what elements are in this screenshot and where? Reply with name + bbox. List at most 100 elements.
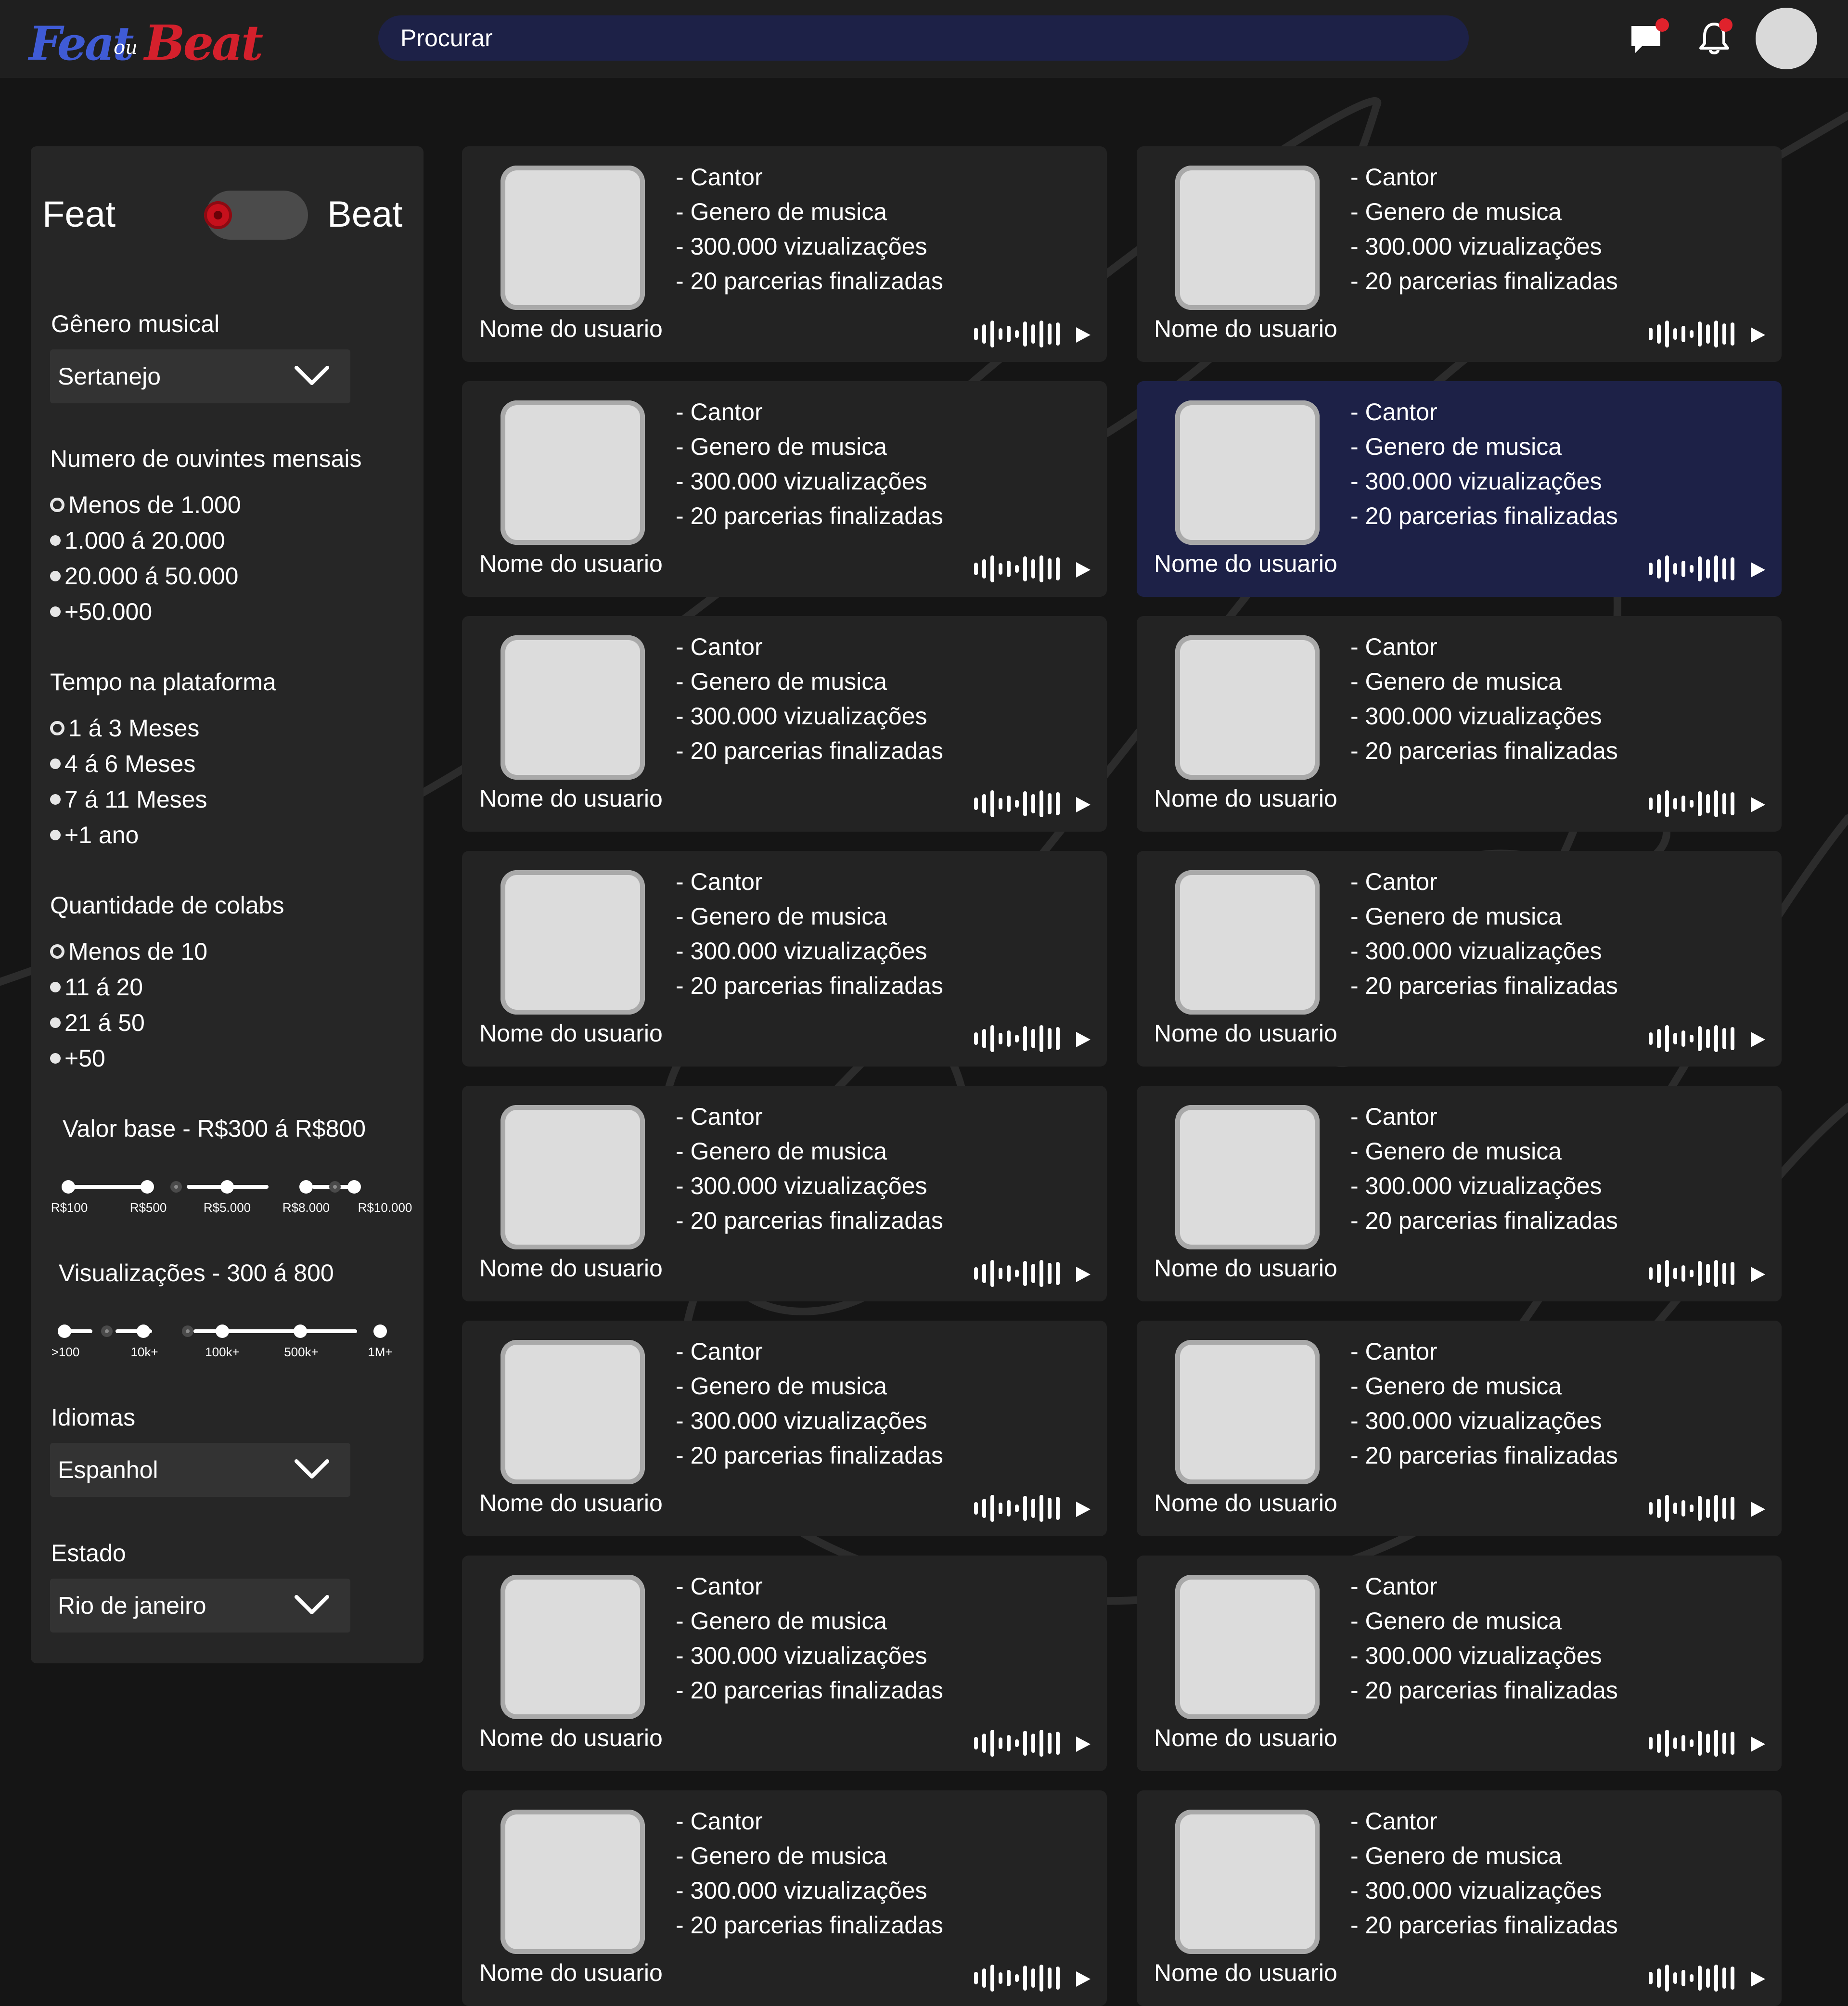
artist-name[interactable]: Nome do usuario [1154,1724,1337,1752]
state-select[interactable]: Rio de janeiro [50,1579,350,1633]
artist-name[interactable]: Nome do usuario [1154,1959,1337,1987]
artist-card[interactable]: - Cantor - Genero de musica - 300.000 vizu… [1137,1790,1782,2006]
play-icon[interactable] [1750,1266,1766,1283]
play-icon[interactable] [1750,1970,1766,1988]
waveform-icon[interactable] [1647,1964,1743,1993]
play-icon[interactable] [1075,1970,1091,1988]
artist-name[interactable]: Nome do usuario [1154,1489,1337,1517]
waveform-icon[interactable] [972,1024,1068,1053]
artist-name[interactable]: Nome do usuario [1154,315,1337,343]
genre-select[interactable]: Sertanejo [50,349,350,403]
artist-avatar[interactable] [500,870,645,1015]
play-icon[interactable] [1750,326,1766,344]
artist-name[interactable]: Nome do usuario [479,550,663,578]
artist-card[interactable]: - Cantor - Genero de musica - 300.000 vizu… [1137,146,1782,362]
artist-card[interactable]: - Cantor - Genero de musica - 300.000 vizu… [462,381,1107,597]
play-icon[interactable] [1075,561,1091,579]
search-input[interactable] [378,15,1469,61]
artist-avatar[interactable] [1175,1340,1320,1484]
artist-card[interactable]: - Cantor - Genero de musica - 300.000 vizu… [462,1321,1107,1536]
notifications-button[interactable] [1695,18,1733,58]
artist-avatar[interactable] [500,1810,645,1954]
waveform-icon[interactable] [1647,789,1743,818]
waveform-icon[interactable] [972,1494,1068,1523]
artist-name[interactable]: Nome do usuario [479,784,663,812]
slider-handle[interactable] [294,1324,307,1338]
play-icon[interactable] [1750,1031,1766,1048]
slider-handle[interactable] [216,1324,229,1338]
views-range-slider[interactable] [58,1320,395,1349]
waveform-icon[interactable] [972,554,1068,583]
artist-avatar[interactable] [500,635,645,780]
slider-handle[interactable] [137,1324,150,1338]
waveform-icon[interactable] [1647,1494,1743,1523]
artist-card[interactable]: - Cantor - Genero de musica - 300.000 vizu… [1137,381,1782,597]
artist-card[interactable]: - Cantor - Genero de musica - 300.000 vizu… [462,616,1107,832]
play-icon[interactable] [1075,796,1091,813]
artist-name[interactable]: Nome do usuario [479,1489,663,1517]
artist-name[interactable]: Nome do usuario [479,315,663,343]
listeners-option[interactable]: Menos de 1.000 [50,491,241,519]
artist-name[interactable]: Nome do usuario [1154,1254,1337,1282]
artist-card[interactable]: - Cantor - Genero de musica - 300.000 vizu… [462,1556,1107,1771]
play-icon[interactable] [1750,1736,1766,1753]
waveform-icon[interactable] [972,320,1068,348]
artist-name[interactable]: Nome do usuario [479,1019,663,1047]
artist-avatar[interactable] [500,1340,645,1484]
artist-avatar[interactable] [1175,400,1320,545]
artist-avatar[interactable] [500,1575,645,1719]
avatar[interactable] [1756,8,1817,69]
play-icon[interactable] [1750,561,1766,579]
artist-name[interactable]: Nome do usuario [479,1959,663,1987]
artist-avatar[interactable] [1175,1810,1320,1954]
play-icon[interactable] [1750,796,1766,813]
waveform-icon[interactable] [1647,320,1743,348]
waveform-icon[interactable] [1647,1729,1743,1758]
artist-avatar[interactable] [1175,166,1320,310]
artist-avatar[interactable] [1175,1105,1320,1249]
play-icon[interactable] [1075,1736,1091,1753]
artist-card[interactable]: - Cantor - Genero de musica - 300.000 vizu… [462,1086,1107,1301]
chat-button[interactable] [1629,18,1669,58]
listeners-option[interactable]: 20.000 á 50.000 [50,562,238,590]
app-logo[interactable]: Feat ou Beat [29,12,263,74]
waveform-icon[interactable] [1647,1259,1743,1288]
artist-card[interactable]: - Cantor - Genero de musica - 300.000 vizu… [1137,1086,1782,1301]
play-icon[interactable] [1075,1501,1091,1518]
play-icon[interactable] [1750,1501,1766,1518]
waveform-icon[interactable] [972,1729,1068,1758]
language-select[interactable]: Espanhol [50,1443,350,1497]
artist-card[interactable]: - Cantor - Genero de musica - 300.000 vizu… [462,851,1107,1067]
artist-name[interactable]: Nome do usuario [479,1724,663,1752]
artist-name[interactable]: Nome do usuario [1154,550,1337,578]
colabs-option[interactable]: 11 á 20 [50,973,143,1001]
play-icon[interactable] [1075,1266,1091,1283]
slider-handle[interactable] [299,1180,313,1194]
artist-card[interactable]: - Cantor - Genero de musica - 300.000 vizu… [1137,851,1782,1067]
slider-handle[interactable] [62,1180,75,1194]
artist-avatar[interactable] [500,166,645,310]
artist-card[interactable]: - Cantor - Genero de musica - 300.000 vizu… [1137,1556,1782,1771]
artist-avatar[interactable] [500,400,645,545]
slider-handle[interactable] [141,1180,154,1194]
colabs-option[interactable]: 21 á 50 [50,1009,145,1037]
waveform-icon[interactable] [1647,554,1743,583]
slider-handle[interactable] [220,1180,234,1194]
artist-name[interactable]: Nome do usuario [1154,1019,1337,1047]
waveform-icon[interactable] [972,1964,1068,1993]
price-range-slider[interactable] [62,1175,398,1204]
colabs-option[interactable]: +50 [50,1044,105,1072]
play-icon[interactable] [1075,1031,1091,1048]
slider-handle[interactable] [373,1324,387,1338]
time-option[interactable]: 7 á 11 Meses [50,785,207,813]
slider-handle[interactable] [58,1324,71,1338]
waveform-icon[interactable] [1647,1024,1743,1053]
slider-handle[interactable] [347,1180,361,1194]
colabs-option[interactable]: Menos de 10 [50,938,207,965]
artist-avatar[interactable] [1175,635,1320,780]
toggle-knob[interactable] [204,201,232,229]
artist-name[interactable]: Nome do usuario [1154,784,1337,812]
artist-avatar[interactable] [1175,870,1320,1015]
listeners-option[interactable]: 1.000 á 20.000 [50,527,225,554]
artist-card[interactable]: - Cantor - Genero de musica - 300.000 vizu… [462,1790,1107,2006]
